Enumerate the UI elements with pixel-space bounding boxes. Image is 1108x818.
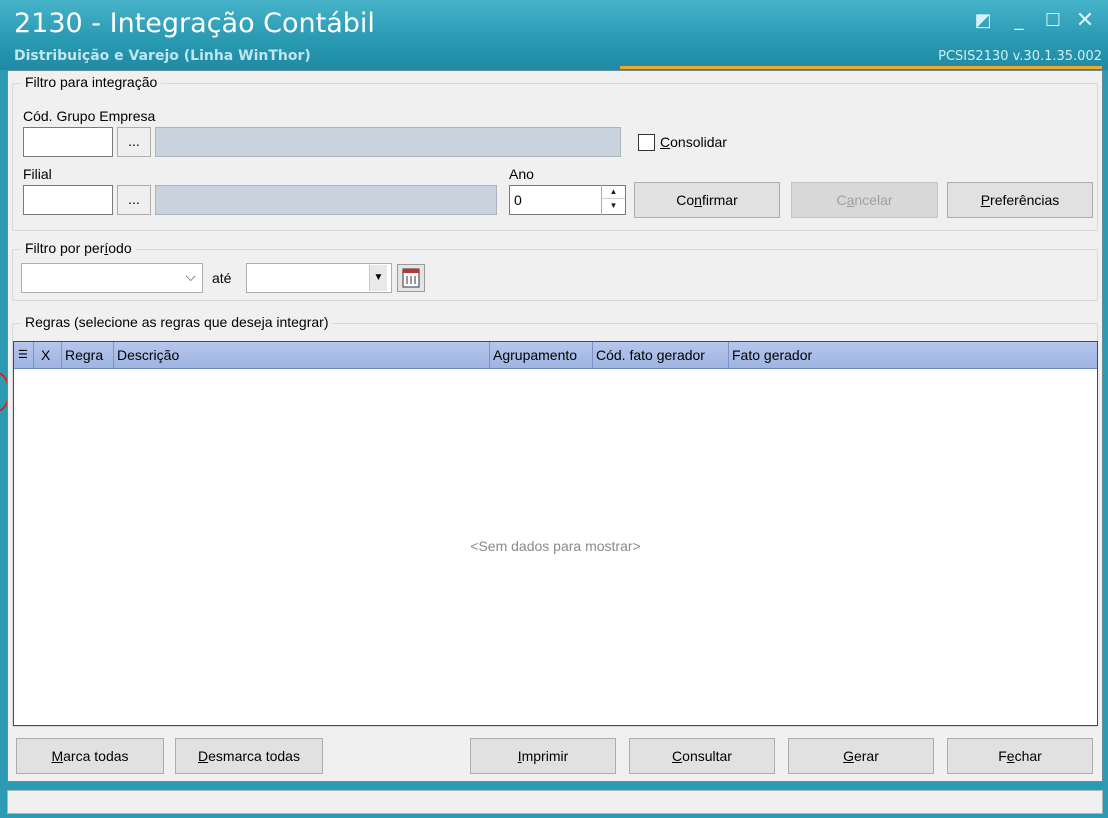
spin-up-icon[interactable]: ▲ (602, 185, 625, 199)
confirmar-button[interactable]: Confirmar (634, 182, 780, 218)
marca-todas-button[interactable]: Marca todas (16, 738, 164, 774)
grupo-empresa-label: Cód. Grupo Empresa (23, 108, 156, 124)
cancelar-button[interactable]: Cancelar (791, 182, 938, 218)
empty-grid-message: <Sem dados para mostrar> (470, 538, 641, 554)
filtro-periodo-caption: Filtro por período (21, 240, 136, 256)
ano-spinner[interactable]: ▲ ▼ (601, 185, 625, 215)
filial-description (155, 185, 497, 215)
col-header-cod-fato-gerador[interactable]: Cód. fato gerador (593, 342, 729, 368)
regras-caption: Regras (selecione as regras que deseja i… (21, 314, 333, 330)
col-header-agrupamento[interactable]: Agrupamento (490, 342, 593, 368)
consolidar-checkbox[interactable] (638, 134, 655, 151)
minimize-icon[interactable]: _ (1008, 10, 1030, 32)
maximize-icon[interactable]: ☐ (1042, 10, 1064, 32)
restore-icon[interactable]: ◩ (972, 10, 994, 32)
app-version: PCSIS2130 v.30.1.35.002 (938, 49, 1102, 64)
title-bar: 2130 - Integração Contábil Distribuição … (0, 0, 1108, 70)
chevron-down-icon[interactable]: ⌵ (185, 268, 196, 285)
consolidar-label[interactable]: Consolidar (660, 134, 727, 150)
desmarca-todas-button[interactable]: Desmarca todas (175, 738, 323, 774)
filial-input[interactable] (23, 185, 113, 215)
spin-down-icon[interactable]: ▼ (602, 199, 625, 213)
filial-label: Filial (23, 166, 52, 182)
filtro-integracao-caption: Filtro para integração (21, 74, 162, 90)
ate-label: até (212, 270, 232, 286)
periodo-inicio-select[interactable]: ⌵ (21, 263, 203, 293)
column-chooser-icon[interactable]: ☰ (14, 342, 34, 368)
periodo-fim-date[interactable]: ▼ (246, 263, 392, 293)
close-icon[interactable]: ✕ (1074, 10, 1096, 32)
dropdown-arrow-icon[interactable]: ▼ (369, 265, 387, 291)
main-panel: Filtro para integração Cód. Grupo Empres… (7, 70, 1103, 782)
col-header-regra[interactable]: Regra (62, 342, 114, 368)
regras-grid[interactable]: ☰ X Regra Descrição Agrupamento Cód. fat… (13, 341, 1098, 726)
imprimir-button[interactable]: Imprimir (470, 738, 616, 774)
grupo-empresa-description (155, 127, 621, 157)
calendar-icon[interactable] (397, 264, 425, 292)
fechar-button[interactable]: Fechar (947, 738, 1093, 774)
app-title: 2130 - Integração Contábil (14, 8, 375, 39)
preferencias-button[interactable]: Preferências (947, 182, 1093, 218)
ano-label: Ano (509, 166, 534, 182)
grupo-empresa-search-button[interactable]: ... (117, 127, 151, 157)
status-bar (7, 790, 1103, 814)
title-accent-line (620, 66, 1102, 69)
filial-search-button[interactable]: ... (117, 185, 151, 215)
col-header-x[interactable]: X (34, 342, 62, 368)
gerar-button[interactable]: Gerar (788, 738, 934, 774)
col-header-descricao[interactable]: Descrição (114, 342, 490, 368)
col-header-fato-gerador[interactable]: Fato gerador (729, 342, 1097, 368)
consultar-button[interactable]: Consultar (629, 738, 775, 774)
app-subtitle: Distribuição e Varejo (Linha WinThor) (14, 48, 311, 64)
grid-header: ☰ X Regra Descrição Agrupamento Cód. fat… (14, 342, 1097, 369)
grupo-empresa-input[interactable] (23, 127, 113, 157)
